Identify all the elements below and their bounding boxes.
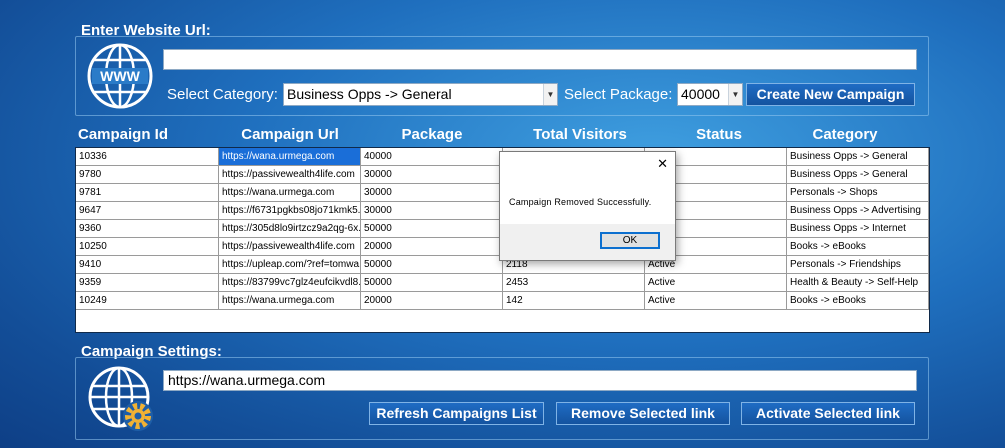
remove-selected-link-button[interactable]: Remove Selected link [556,402,730,425]
cell-campaign-id[interactable]: 10250 [76,238,219,256]
cell-campaign-id[interactable]: 9359 [76,274,219,292]
cell-campaign-url[interactable]: https://upleap.com/?ref=tomwa... [219,256,361,274]
cell-campaign-url[interactable]: https://passivewealth4life.com [219,238,361,256]
cell-campaign-id[interactable]: 9780 [76,166,219,184]
cell-category[interactable]: Books -> eBooks [787,292,929,310]
cell-campaign-id[interactable]: 9781 [76,184,219,202]
campaign-url-field[interactable]: https://wana.urmega.com [163,370,917,391]
select-package-label: Select Package: [564,86,673,103]
svg-text:WWW: WWW [100,68,140,84]
package-select-value: 40000 [681,86,720,102]
cell-category[interactable]: Books -> eBooks [787,238,929,256]
cell-total-visitors[interactable]: 2453 [503,274,645,292]
cell-campaign-url[interactable]: https://wana.urmega.com [219,148,361,166]
refresh-campaigns-button[interactable]: Refresh Campaigns List [369,402,544,425]
cell-campaign-url[interactable]: https://83799vc7glz4eufcikvdl8... [219,274,361,292]
cell-campaign-url[interactable]: https://305d8lo9irtzcz9a2qg-6x... [219,220,361,238]
cell-campaign-url[interactable]: https://wana.urmega.com [219,292,361,310]
header-campaign-url[interactable]: Campaign Url [219,126,361,143]
select-category-label: Select Category: [167,86,278,103]
table-row[interactable]: 10249 https://wana.urmega.com 20000 142 … [76,292,929,310]
website-url-input[interactable] [163,49,917,70]
table-row[interactable]: 9359 https://83799vc7glz4eufcikvdl8... 5… [76,274,929,292]
cell-status[interactable]: Active [645,292,787,310]
cell-campaign-id[interactable]: 9647 [76,202,219,220]
header-campaign-id[interactable]: Campaign Id [75,126,171,143]
category-select-value: Business Opps -> General [287,86,452,102]
cell-campaign-id[interactable]: 10336 [76,148,219,166]
header-package[interactable]: Package [361,126,503,143]
activate-selected-link-button[interactable]: Activate Selected link [741,402,915,425]
header-status[interactable]: Status [645,126,793,143]
header-total-visitors[interactable]: Total Visitors [503,126,657,143]
cell-campaign-id[interactable]: 9360 [76,220,219,238]
dialog-footer: OK [500,224,675,260]
campaign-removed-dialog[interactable]: ✕ Campaign Removed Successfully. OK [499,151,676,261]
cell-campaign-url[interactable]: https://wana.urmega.com [219,184,361,202]
close-icon[interactable]: ✕ [657,156,668,172]
cell-package[interactable]: 20000 [361,238,503,256]
cell-category[interactable]: Health & Beauty -> Self-Help [787,274,929,292]
cell-status[interactable]: Active [645,274,787,292]
ok-button[interactable]: OK [600,232,660,249]
cell-package[interactable]: 50000 [361,256,503,274]
cell-category[interactable]: Personals -> Friendships [787,256,929,274]
cell-category[interactable]: Business Opps -> General [787,148,929,166]
cell-total-visitors[interactable]: 142 [503,292,645,310]
cell-campaign-id[interactable]: 10249 [76,292,219,310]
cell-category[interactable]: Business Opps -> Internet [787,220,929,238]
chevron-down-icon[interactable]: ▼ [728,84,742,105]
cell-category[interactable]: Business Opps -> General [787,166,929,184]
cell-package[interactable]: 50000 [361,274,503,292]
package-select[interactable]: 40000 ▼ [677,83,743,106]
dialog-message: Campaign Removed Successfully. [509,197,652,207]
cell-package[interactable]: 30000 [361,166,503,184]
cell-campaign-id[interactable]: 9410 [76,256,219,274]
www-globe-icon: WWW [86,42,154,110]
cell-package[interactable]: 40000 [361,148,503,166]
category-select[interactable]: Business Opps -> General ▼ [283,83,558,106]
cell-campaign-url[interactable]: https://passivewealth4life.com [219,166,361,184]
cell-package[interactable]: 50000 [361,220,503,238]
cell-package[interactable]: 20000 [361,292,503,310]
header-category[interactable]: Category [787,126,903,143]
cell-package[interactable]: 30000 [361,184,503,202]
create-campaign-button[interactable]: Create New Campaign [746,83,915,106]
cell-category[interactable]: Business Opps -> Advertising [787,202,929,220]
cell-category[interactable]: Personals -> Shops [787,184,929,202]
chevron-down-icon[interactable]: ▼ [543,84,557,105]
globe-gear-icon [86,364,156,434]
cell-campaign-url[interactable]: https://f6731pgkbs08jo71kmk5... [219,202,361,220]
cell-package[interactable]: 30000 [361,202,503,220]
